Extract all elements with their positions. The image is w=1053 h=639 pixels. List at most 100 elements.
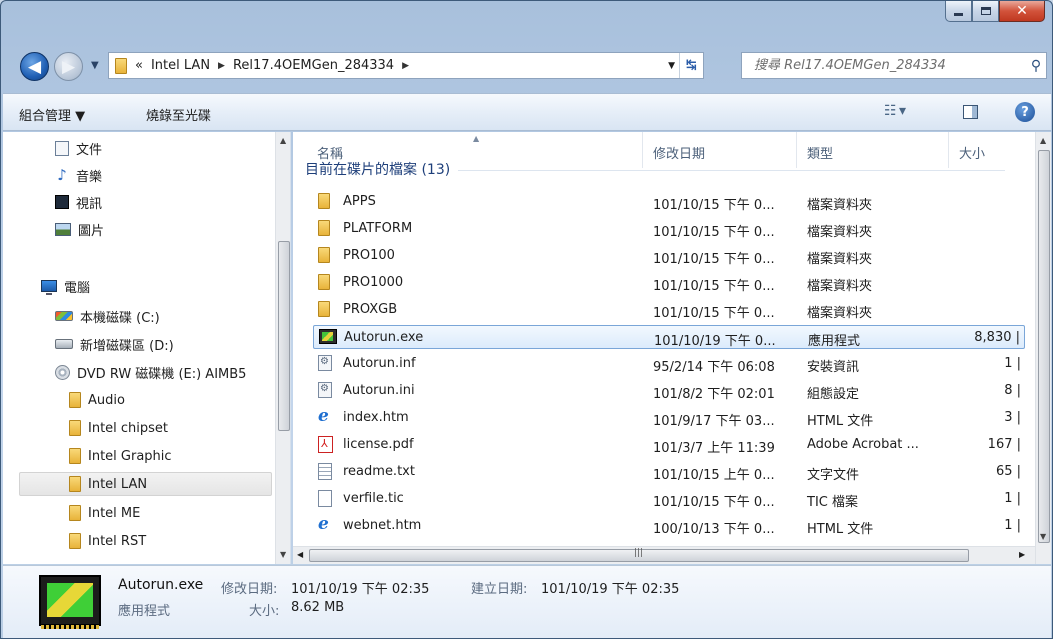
file-size: 1 |: [1004, 491, 1021, 506]
horizontal-scroll-thumb[interactable]: |||: [309, 548, 969, 562]
nav-item-label: Audio: [88, 392, 125, 408]
back-button[interactable]: ◀: [20, 52, 49, 81]
ie-html-icon: e: [318, 514, 329, 534]
file-date: 101/10/15 下午 0...: [653, 225, 775, 240]
chevron-right-icon[interactable]: ▶: [218, 61, 225, 71]
nav-item-label: 電腦: [64, 280, 91, 296]
explorer-window: ✕ ◀ ▶ ▼ « Intel LAN ▶ Rel17.4OEMGen_2843…: [0, 0, 1053, 639]
maximize-button[interactable]: [972, 1, 999, 22]
scroll-down-icon[interactable]: ▼: [280, 550, 286, 559]
chevron-right-icon[interactable]: ▶: [402, 61, 409, 71]
group-header[interactable]: 目前在碟片的檔案 (13): [305, 161, 1005, 179]
nav-item-drive-c[interactable]: 本機磁碟 (C:): [55, 304, 160, 328]
forward-button[interactable]: ▶: [54, 52, 83, 81]
nav-item-video[interactable]: 視訊: [55, 190, 102, 214]
nav-item-documents[interactable]: 文件: [55, 136, 102, 160]
forward-arrow-icon: ▶: [61, 56, 76, 77]
address-dropdown-icon[interactable]: ▼: [668, 61, 675, 71]
nav-item-intel-rst[interactable]: Intel RST: [69, 529, 146, 553]
search-input[interactable]: [752, 57, 1026, 74]
search-icon[interactable]: ⚲: [1026, 58, 1046, 74]
file-date: 101/10/15 下午 0...: [653, 198, 775, 213]
column-header-size[interactable]: 大小: [959, 143, 985, 162]
file-row[interactable]: Autorun.inf 95/2/14 下午 06:08 安裝資訊 1 |: [313, 352, 1025, 376]
nav-item-label: Intel Graphic: [88, 448, 172, 464]
nav-item-label: 本機磁碟 (C:): [80, 310, 160, 326]
refresh-button[interactable]: ↹: [679, 53, 703, 78]
nav-scrollbar[interactable]: ▲ ▼: [275, 132, 290, 564]
nav-item-intel-lan[interactable]: Intel LAN: [19, 472, 272, 496]
file-row[interactable]: e index.htm 101/9/17 下午 03... HTML 文件 3 …: [313, 406, 1025, 430]
text-file-icon: [318, 463, 332, 480]
change-view-icon[interactable]: ☷ ▾: [884, 103, 906, 119]
scroll-down-icon[interactable]: ▼: [1040, 532, 1046, 541]
file-row[interactable]: PLATFORM 101/10/15 下午 0... 檔案資料夾: [313, 217, 1025, 241]
file-row[interactable]: APPS 101/10/15 下午 0... 檔案資料夾: [313, 190, 1025, 214]
scroll-left-icon[interactable]: ◀: [297, 550, 303, 559]
folder-icon: [69, 533, 81, 549]
exe-icon: [319, 329, 337, 344]
breadcrumb-overflow[interactable]: «: [135, 58, 143, 73]
caption-buttons: ✕: [945, 1, 1045, 22]
column-header-date[interactable]: 修改日期: [653, 143, 705, 162]
pictures-icon: [55, 222, 71, 236]
nav-item-computer[interactable]: 電腦: [41, 274, 90, 298]
file-row[interactable]: PRO100 101/10/15 下午 0... 檔案資料夾: [313, 244, 1025, 268]
nav-item-intel-me[interactable]: Intel ME: [69, 501, 140, 525]
details-modified-label: 修改日期:: [221, 582, 278, 597]
file-list-horizontal-scrollbar[interactable]: ◀ ||| ▶: [293, 546, 1035, 564]
file-type: 檔案資料夾: [807, 252, 873, 267]
vertical-scroll-thumb[interactable]: [1038, 150, 1050, 543]
scroll-up-icon[interactable]: ▲: [280, 136, 286, 145]
organize-button[interactable]: 組合管理 ▼: [19, 105, 85, 124]
folder-icon: [318, 301, 330, 317]
search-box[interactable]: ⚲: [741, 52, 1047, 79]
file-row[interactable]: license.pdf 101/3/7 上午 11:39 Adobe Acrob…: [313, 433, 1025, 457]
file-row[interactable]: PRO1000 101/10/15 下午 0... 檔案資料夾: [313, 271, 1025, 295]
music-icon: ♪: [57, 166, 67, 184]
nav-item-audio[interactable]: Audio: [69, 388, 125, 412]
file-row[interactable]: e webnet.htm 100/10/13 下午 0... HTML 文件 1…: [313, 514, 1025, 538]
scroll-up-icon[interactable]: ▲: [1040, 136, 1046, 145]
column-header-type[interactable]: 類型: [807, 143, 833, 162]
preview-pane-icon[interactable]: [963, 105, 978, 119]
file-row[interactable]: PROXGB 101/10/15 下午 0... 檔案資料夾: [313, 298, 1025, 322]
file-row[interactable]: verfile.tic 101/10/15 下午 0... TIC 檔案 1 |: [313, 487, 1025, 511]
folder-icon: [318, 247, 330, 263]
nav-item-label: Intel LAN: [88, 476, 148, 492]
folder-icon: [318, 193, 330, 209]
column-header-name[interactable]: 名稱: [317, 143, 343, 162]
maximize-icon: [980, 7, 991, 15]
nav-scroll-thumb[interactable]: [278, 241, 290, 431]
breadcrumb-intel-lan[interactable]: Intel LAN: [151, 58, 210, 73]
burn-to-disc-button[interactable]: 燒錄至光碟: [146, 105, 211, 124]
file-row-selected[interactable]: Autorun.exe 101/10/19 下午 0... 應用程式 8,830…: [313, 325, 1025, 349]
file-name: PRO100: [343, 248, 395, 263]
nav-item-music[interactable]: ♪ 音樂: [55, 163, 102, 187]
file-list-vertical-scrollbar[interactable]: ▲ ▼: [1035, 132, 1051, 564]
address-bar[interactable]: « Intel LAN ▶ Rel17.4OEMGen_284334 ▶ ▼ ↹: [108, 52, 704, 79]
help-icon[interactable]: ?: [1015, 102, 1035, 122]
nav-item-intel-chipset[interactable]: Intel chipset: [69, 416, 168, 440]
file-name: webnet.htm: [343, 518, 422, 533]
minimize-button[interactable]: [945, 1, 972, 22]
nav-item-dvd-drive[interactable]: DVD RW 磁碟機 (E:) AIMB5: [55, 360, 246, 384]
file-name: Autorun.inf: [343, 356, 416, 371]
details-modified-value: 101/10/19 下午 02:35: [291, 582, 430, 597]
details-created-label: 建立日期:: [471, 582, 528, 597]
nav-item-pictures[interactable]: 圖片: [55, 217, 104, 241]
file-type: 安裝資訊: [807, 360, 860, 375]
close-button[interactable]: ✕: [999, 1, 1045, 22]
file-list: ▲ 名稱 修改日期 類型 大小 目前在碟片的檔案 (13) APPS 101/1…: [293, 132, 1051, 564]
command-bar: 組合管理 ▼ 燒錄至光碟 ☷ ▾ ?: [3, 93, 1051, 131]
breadcrumb-rel17[interactable]: Rel17.4OEMGen_284334: [233, 58, 394, 73]
scroll-right-icon[interactable]: ▶: [1019, 550, 1025, 559]
file-row[interactable]: readme.txt 101/10/15 上午 0... 文字文件 65 |: [313, 460, 1025, 484]
nav-item-intel-graphic[interactable]: Intel Graphic: [69, 444, 172, 468]
recent-pages-dropdown[interactable]: ▼: [91, 60, 99, 71]
folder-icon: [318, 274, 330, 290]
file-row[interactable]: Autorun.ini 101/8/2 下午 02:01 組態設定 8 |: [313, 379, 1025, 403]
config-file-icon: [318, 382, 332, 398]
nav-item-drive-d[interactable]: 新增磁碟區 (D:): [55, 332, 174, 356]
sort-ascending-icon: ▲: [473, 134, 480, 143]
